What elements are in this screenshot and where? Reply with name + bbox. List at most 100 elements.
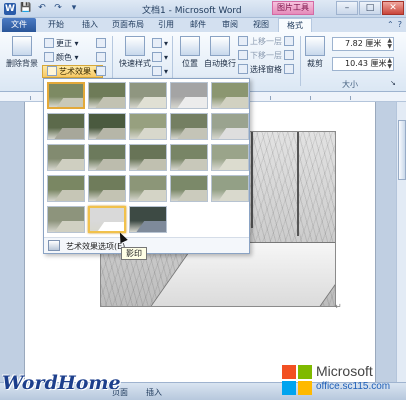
layout-icon xyxy=(152,66,162,76)
quick-styles-icon xyxy=(125,36,145,56)
art-effects-options-icon xyxy=(48,240,60,251)
art-effect-thumbnail[interactable] xyxy=(47,175,85,202)
quick-styles-button[interactable]: 快速样式 xyxy=(118,36,152,69)
vertical-scrollbar[interactable] xyxy=(396,102,406,382)
close-button[interactable]: ✕ xyxy=(382,1,404,15)
art-effect-thumbnail[interactable] xyxy=(129,82,167,109)
thumbnail-road xyxy=(176,159,207,170)
color-button[interactable]: 颜色 ▾ xyxy=(44,52,79,63)
redo-icon[interactable]: ↷ xyxy=(52,2,64,14)
tab-page-layout[interactable]: 页面布局 xyxy=(106,18,150,32)
selection-pane-button[interactable]: 选择窗格 xyxy=(238,64,282,75)
art-effect-thumbnail[interactable] xyxy=(170,113,208,140)
crop-label: 裁剪 xyxy=(307,59,323,68)
word-app-icon[interactable]: W xyxy=(4,3,16,15)
picture-effects-button[interactable]: ▾ xyxy=(152,52,168,62)
height-spinner-icon[interactable]: ▲ ▼ xyxy=(387,38,392,50)
minimize-ribbon-icon[interactable]: ⌃ xyxy=(387,20,394,29)
art-effect-thumbnail[interactable] xyxy=(129,113,167,140)
tab-home[interactable]: 开始 xyxy=(40,18,72,32)
height-input[interactable]: 7.82 厘米 ▲ ▼ xyxy=(332,37,394,51)
art-effects-gallery: 艺术效果选项(E)... xyxy=(43,78,250,254)
art-effect-thumbnail[interactable] xyxy=(47,144,85,171)
thumbnail-road xyxy=(135,190,166,201)
minimize-button[interactable]: – xyxy=(336,1,358,15)
width-spinner-icon[interactable]: ▲ ▼ xyxy=(387,58,392,70)
picture-layout-button[interactable]: ▾ xyxy=(152,66,168,76)
picture-border-button[interactable]: ▾ xyxy=(152,38,168,48)
compress-pictures-button[interactable] xyxy=(96,38,108,48)
send-backward-button[interactable]: 下移一层 ▾ xyxy=(238,50,289,61)
remove-background-button[interactable]: 删除背景 xyxy=(4,36,40,69)
group-objects-button[interactable] xyxy=(284,50,296,60)
height-value: 7.82 厘米 xyxy=(345,39,382,48)
wrap-text-button[interactable]: 自动换行 xyxy=(204,36,236,69)
tab-insert[interactable]: 插入 xyxy=(74,18,106,32)
thumbnail-road xyxy=(94,190,125,201)
art-effect-thumbnail[interactable] xyxy=(47,206,85,233)
change-picture-button[interactable] xyxy=(96,52,108,62)
group-icon xyxy=(284,50,294,60)
art-effect-thumbnail[interactable] xyxy=(88,113,126,140)
tab-review[interactable]: 审阅 xyxy=(214,18,246,32)
art-effect-thumbnail[interactable] xyxy=(47,82,85,109)
art-effect-thumbnail[interactable] xyxy=(88,175,126,202)
thumbnail-road xyxy=(135,159,166,170)
art-effect-thumbnail[interactable] xyxy=(88,206,126,233)
align-icon xyxy=(284,36,294,46)
size-group-label: 大小 xyxy=(342,80,358,89)
help-icon[interactable]: ? xyxy=(398,20,402,29)
art-effect-thumbnail[interactable] xyxy=(47,113,85,140)
customize-qat-icon[interactable]: ▾ xyxy=(68,2,80,14)
art-effect-thumbnail[interactable] xyxy=(211,175,249,202)
save-icon[interactable]: 💾 xyxy=(20,2,32,14)
corrections-button[interactable]: 更正 ▾ xyxy=(44,38,79,49)
art-effect-thumbnail[interactable] xyxy=(170,144,208,171)
bring-forward-button[interactable]: 上移一层 ▾ xyxy=(238,36,289,47)
thumbnail-road xyxy=(217,128,248,139)
crop-button[interactable]: 裁剪 xyxy=(302,36,328,69)
art-effect-thumbnail[interactable] xyxy=(170,175,208,202)
status-insert-mode[interactable]: 插入 xyxy=(146,387,162,398)
group-separator xyxy=(300,36,301,86)
picture-tools-label: 图片工具 xyxy=(272,1,314,15)
tab-mailings[interactable]: 邮件 xyxy=(182,18,214,32)
ribbon-tabs: 文件 开始 插入 页面布局 引用 邮件 审阅 视图 格式 ⌃ ? xyxy=(0,18,406,32)
thumbnail-road xyxy=(94,97,125,108)
ruler-tick xyxy=(350,96,351,100)
tab-references[interactable]: 引用 xyxy=(150,18,182,32)
scroll-thumb[interactable] xyxy=(398,120,406,180)
art-effects-button[interactable]: 艺术效果 ▾ xyxy=(42,65,103,78)
microsoft-logo-icon xyxy=(282,365,312,395)
tab-format[interactable]: 格式 xyxy=(278,18,312,32)
width-value: 10.43 厘米 xyxy=(345,59,387,68)
size-dialog-launcher-icon[interactable]: ↘ xyxy=(390,79,396,87)
thumbnail-road xyxy=(217,190,248,201)
art-effect-thumbnail[interactable] xyxy=(211,144,249,171)
selection-pane-icon xyxy=(238,64,248,74)
art-effect-thumbnail[interactable] xyxy=(211,82,249,109)
art-effect-thumbnail[interactable] xyxy=(170,82,208,109)
art-effect-thumbnail[interactable] xyxy=(88,144,126,171)
tab-file[interactable]: 文件 xyxy=(2,18,36,32)
bring-forward-icon xyxy=(238,36,248,46)
art-effect-thumbnail[interactable] xyxy=(129,206,167,233)
corrections-label: 更正 xyxy=(56,39,72,48)
reset-picture-button[interactable] xyxy=(96,66,108,76)
tab-view[interactable]: 视图 xyxy=(246,18,276,32)
pen-icon xyxy=(152,38,162,48)
art-effect-thumbnail[interactable] xyxy=(129,175,167,202)
art-effect-thumbnail[interactable] xyxy=(211,113,249,140)
thumbnail-road xyxy=(53,159,84,170)
align-button[interactable] xyxy=(284,36,296,46)
microsoft-watermark: Microsoft office.sc115.com xyxy=(282,363,406,399)
undo-icon[interactable]: ↶ xyxy=(36,2,48,14)
thumbnail-road xyxy=(53,128,84,139)
art-effect-thumbnail[interactable] xyxy=(88,82,126,109)
art-effect-thumbnail[interactable] xyxy=(129,144,167,171)
thumbnail-road xyxy=(176,128,207,139)
position-button[interactable]: 位置 xyxy=(176,36,204,69)
width-input[interactable]: 10.43 厘米 ▲ ▼ xyxy=(332,57,394,71)
maximize-button[interactable]: □ xyxy=(359,1,381,15)
rotate-button[interactable] xyxy=(284,64,296,74)
